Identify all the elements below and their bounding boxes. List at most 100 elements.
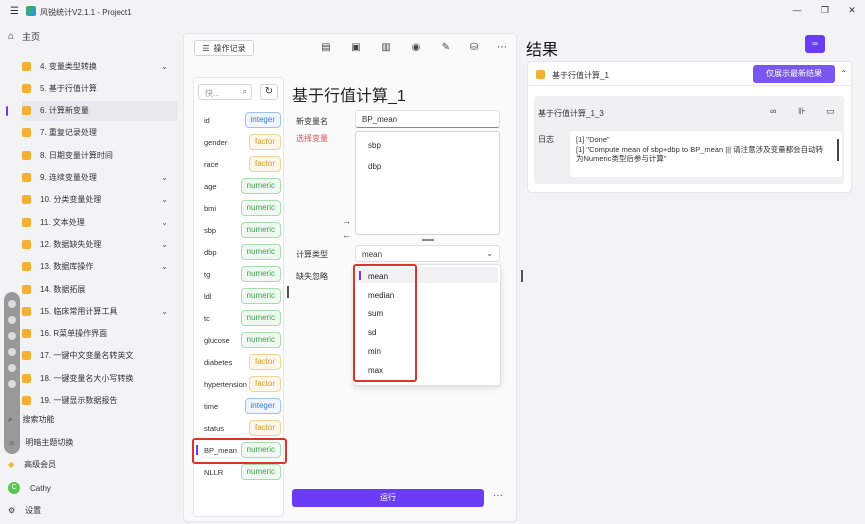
variable-row[interactable]: status factor <box>194 418 285 438</box>
result-card-header[interactable]: 基于行值计算_1 仅展示最新结果 ⌃ <box>528 62 853 86</box>
refresh-button[interactable]: ↻ <box>260 84 278 100</box>
excel-icon[interactable]: ▣ <box>350 42 362 54</box>
database-icon <box>22 351 31 361</box>
close-icon[interactable]: ✕ <box>845 5 859 16</box>
drag-handle[interactable] <box>521 270 523 282</box>
run-button[interactable]: 运行 <box>292 489 484 507</box>
database-icon <box>22 128 31 138</box>
database-icon <box>22 239 31 249</box>
sidebar-item[interactable]: 6. 计算新变量 <box>6 100 178 121</box>
type-badge: numeric <box>240 288 281 304</box>
calc-type-select[interactable]: mean ⌄ <box>355 245 500 262</box>
sidebar-item[interactable]: 7. 重复记录处理 <box>22 123 178 143</box>
save-icon[interactable]: ▥ <box>380 42 392 54</box>
variable-list: 快... ⌕ ↻ id integer gender factor race factor… <box>192 77 287 517</box>
more-options-icon[interactable]: ··· <box>493 490 503 501</box>
sidebar-item[interactable]: 8. 日期变量计算时间 <box>22 145 178 165</box>
highlight-box <box>353 264 417 382</box>
sidebar-item[interactable]: 11. 文本处理 ⌄ <box>22 212 178 232</box>
refresh-icon: ↻ <box>264 86 274 97</box>
folder-icon[interactable]: ▭ <box>826 106 835 117</box>
home-icon: ⌂ <box>8 31 15 42</box>
database-icon <box>22 173 31 182</box>
sidebar-item[interactable]: 12. 数据缺失处理 ⌄ <box>22 234 178 254</box>
type-badge: numeric <box>240 222 281 238</box>
sidebar-item[interactable]: 14. 数据拓展 <box>22 279 178 299</box>
sidebar-item[interactable]: 17. 一键中文变量名转英文 <box>22 346 178 366</box>
selected-variables-box[interactable]: sbp dbp <box>355 131 500 235</box>
floating-toolbar[interactable] <box>4 292 20 454</box>
drag-handle[interactable] <box>287 286 289 298</box>
variable-row[interactable]: sbp numeric <box>194 220 285 240</box>
sidebar-settings[interactable]: ⚙ 设置 <box>8 505 41 516</box>
app-logo-icon <box>26 6 36 16</box>
sidebar-item[interactable]: 18. 一键变量名大小写转换 <box>22 368 178 388</box>
operation-panel: ☰ 操作记录 ▤ ▣ ▥ ◉ ✎ ⛁ ⋯ 快... ⌕ ↻ id integer ge… <box>183 33 523 522</box>
variable-row[interactable]: hypertension factor <box>194 374 285 394</box>
sidebar-item[interactable]: 16. R菜单操作界面 <box>22 324 178 344</box>
history-button[interactable]: ☰ 操作记录 <box>194 40 254 56</box>
variable-row[interactable]: age numeric <box>194 176 285 196</box>
move-left-icon[interactable]: ← <box>342 230 351 240</box>
selected-var-item[interactable]: sbp <box>368 141 381 150</box>
variable-row[interactable]: diabetes factor <box>194 352 285 372</box>
calc-type-label: 计算类型 <box>296 250 328 259</box>
title-bar: ☰ 风锐统计V2.1.1 - Project1 — ❐ ✕ <box>0 0 865 22</box>
type-badge: numeric <box>240 464 281 480</box>
more-icon[interactable]: ⋯ <box>496 42 508 54</box>
variable-row[interactable]: ldl numeric <box>194 286 285 306</box>
sidebar-vip[interactable]: ◆ 高级会员 <box>8 459 56 470</box>
hamburger-menu-icon[interactable]: ☰ <box>10 6 19 17</box>
sidebar-item[interactable]: 19. 一键显示数据报告 <box>22 391 178 411</box>
only-latest-button[interactable]: 仅展示最新结果 <box>753 65 835 83</box>
variable-row[interactable]: glucose numeric <box>194 330 285 350</box>
link-button[interactable]: ∞ <box>805 35 825 53</box>
view-icon[interactable]: ◉ <box>410 42 422 54</box>
variable-row[interactable]: BP_mean numeric <box>192 438 287 464</box>
scrollbar[interactable] <box>837 139 839 161</box>
chevron-down-icon: ⌄ <box>161 173 168 182</box>
window-title: 风锐统计V2.1.1 - Project1 <box>40 8 132 17</box>
page-title: 基于行值计算_1 <box>292 88 406 105</box>
variable-search-input[interactable]: 快... ⌕ <box>198 84 252 100</box>
move-right-icon[interactable]: → <box>342 216 351 226</box>
chart-icon[interactable]: ⊪ <box>798 106 806 117</box>
variable-row[interactable]: tc numeric <box>194 308 285 328</box>
variable-row[interactable]: NLLR numeric <box>194 462 285 482</box>
sidebar-item[interactable]: 13. 数据库操作 ⌄ <box>22 257 178 277</box>
database-icon[interactable]: ⛁ <box>468 42 480 54</box>
sidebar-search[interactable]: ⌕ 搜索功能 <box>8 414 54 425</box>
sidebar-theme-toggle[interactable]: ☼ 明暗主题切换 <box>8 437 73 448</box>
variable-row[interactable]: gender factor <box>194 132 285 152</box>
variable-row[interactable]: id integer <box>194 110 285 130</box>
variable-row[interactable]: tg numeric <box>194 264 285 284</box>
new-var-input[interactable]: BP_mean <box>355 110 500 128</box>
log-output: [1] "Done" [1] "Compute mean of sbp+dbp … <box>570 131 842 177</box>
sidebar-item[interactable]: 15. 临床常用计算工具 ⌄ <box>22 301 178 321</box>
type-badge: integer <box>244 398 281 414</box>
variable-row[interactable]: dbp numeric <box>194 242 285 262</box>
sidebar-item[interactable]: 4. 变量类型转换 ⌄ <box>22 56 178 76</box>
search-icon: ⌕ <box>242 87 247 96</box>
type-badge: integer <box>244 112 281 128</box>
type-badge: factor <box>248 156 281 172</box>
type-badge: numeric <box>240 178 281 194</box>
database-icon <box>22 329 31 339</box>
wrench-icon[interactable]: ✎ <box>440 42 452 54</box>
sidebar-item[interactable]: 9. 连续变量处理 ⌄ <box>22 168 178 188</box>
variable-row[interactable]: bmi numeric <box>194 198 285 218</box>
variable-row[interactable]: time integer <box>194 396 285 416</box>
resize-handle[interactable] <box>422 239 434 241</box>
sidebar-home[interactable]: ⌂ 主页 <box>8 30 40 43</box>
sidebar-item[interactable]: 10. 分类变量处理 ⌄ <box>22 190 178 210</box>
report-icon[interactable]: ▤ <box>320 42 332 54</box>
minimize-icon[interactable]: — <box>790 5 804 15</box>
maximize-icon[interactable]: ❐ <box>818 5 832 16</box>
selected-var-item[interactable]: dbp <box>368 162 381 171</box>
select-var-label: 选择变量 <box>296 134 328 143</box>
sidebar-user[interactable]: C Cathy <box>8 482 51 494</box>
sidebar-item[interactable]: 5. 基于行值计算 <box>22 78 178 98</box>
variable-row[interactable]: race factor <box>194 154 285 174</box>
link-icon[interactable]: ∞ <box>770 106 776 116</box>
chevron-up-icon[interactable]: ⌃ <box>840 69 847 78</box>
